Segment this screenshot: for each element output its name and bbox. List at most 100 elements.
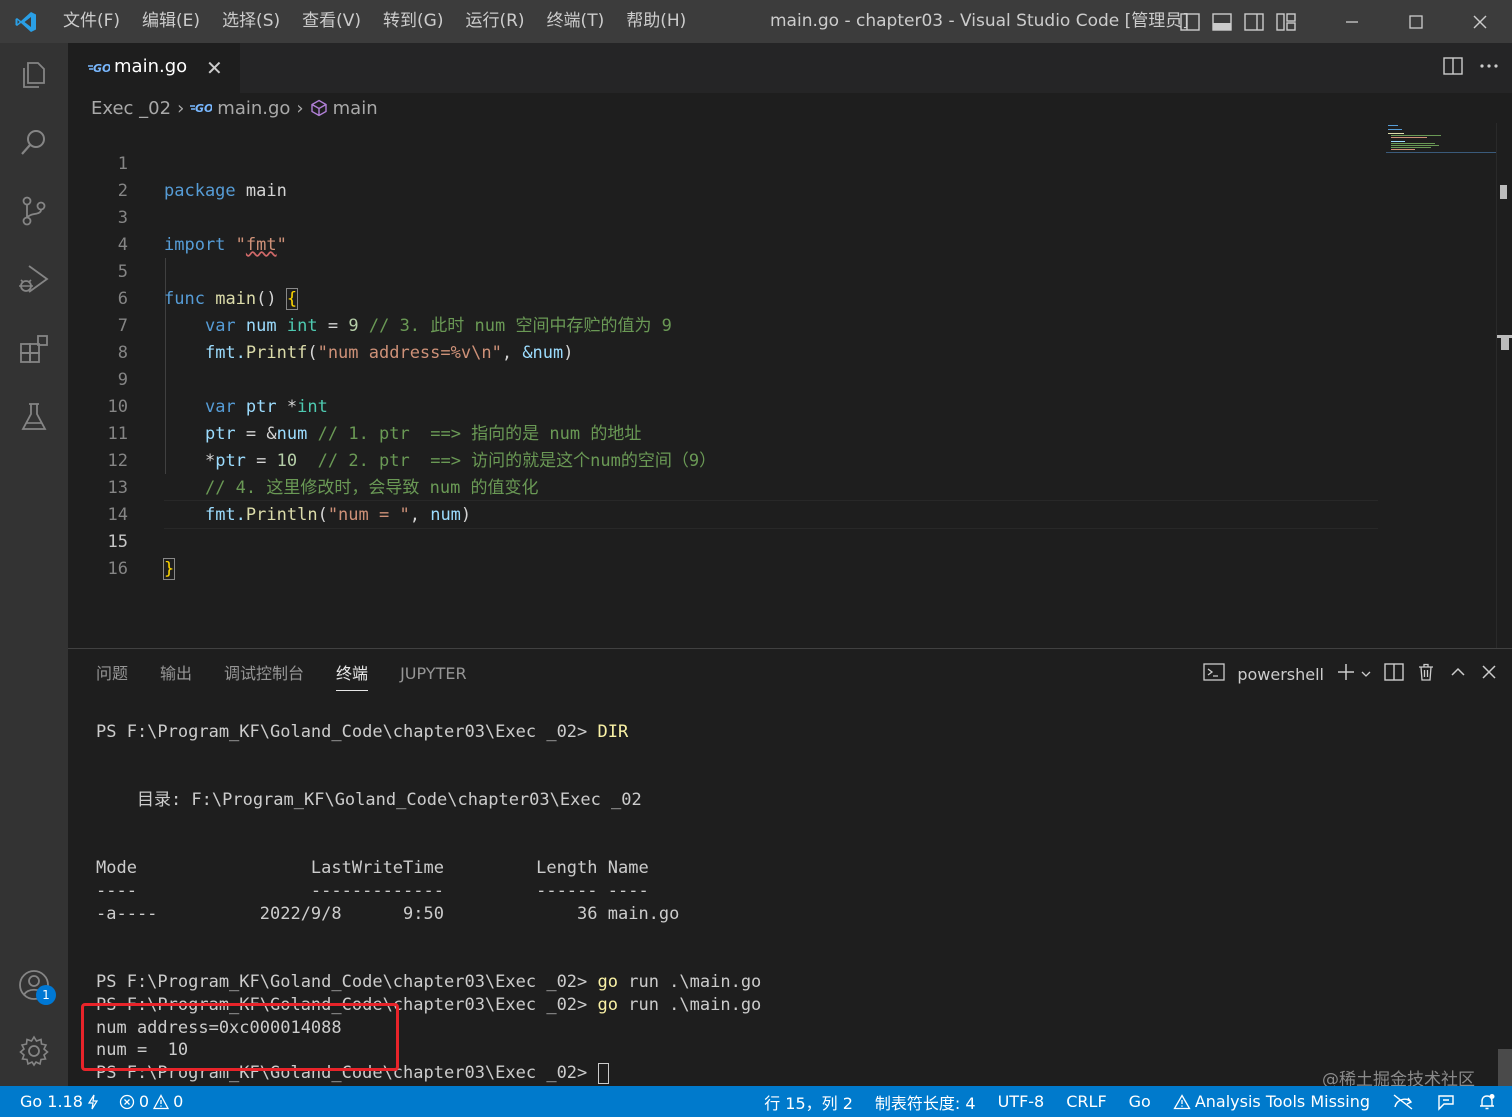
code-line: 10 ptr = &num // 1. ptr ==> 指向的是 num 的地址 [68,367,1378,444]
explorer-icon[interactable] [0,47,68,103]
trash-icon[interactable] [1416,662,1436,686]
language-status[interactable]: Go [1129,1092,1151,1111]
split-terminal-icon[interactable] [1384,662,1404,686]
editor-tab-bar: GO main.go ✕ [68,43,1512,93]
tab-output[interactable]: 输出 [160,661,192,691]
warning-icon [1173,1093,1191,1109]
minimize-button[interactable] [1320,0,1384,43]
panel-tabs: 问题 输出 调试控制台 终端 JUPYTER [96,661,499,691]
search-icon[interactable] [0,115,68,171]
breadcrumb-file[interactable]: GO main.go [190,98,290,119]
line-number: 16 [107,559,128,579]
breadcrumb-file-label: main.go [217,97,291,119]
toggle-secondary-sidebar-icon[interactable] [1238,0,1270,43]
code-line: 2 [68,151,1378,201]
run-debug-icon[interactable] [0,251,68,307]
accounts-icon[interactable]: 1 [0,957,68,1013]
code-line: 11 *ptr = 10 // 2. ptr ==> 访问的就是这个num的空间… [68,394,1378,471]
terminal-scrollbar[interactable] [1498,1049,1512,1087]
svg-text:GO: GO [195,102,212,115]
new-terminal-icon[interactable] [1336,662,1356,686]
terminal-line: PS F:\Program_KF\Goland_Code\chapter03\E… [96,722,629,742]
title-bar: 文件(F) 编辑(E) 选择(S) 查看(V) 转到(G) 运行(R) 终端(T… [0,0,1512,43]
editor-actions [1442,43,1500,93]
eol-status[interactable]: CRLF [1066,1092,1106,1111]
code-line: 4 [68,205,1378,255]
toggle-primary-sidebar-icon[interactable] [1174,0,1206,43]
settings-gear-icon[interactable] [0,1023,68,1079]
tab-terminal[interactable]: 终端 [336,661,369,691]
panel-actions: powershell [1203,659,1498,689]
code-line: 8 [68,313,1378,363]
error-icon [119,1094,135,1109]
breadcrumb-symbol[interactable]: main [310,98,378,119]
tab-debug-console[interactable]: 调试控制台 [224,661,304,691]
close-panel-icon[interactable] [1480,663,1498,685]
analysis-tools-status[interactable]: Analysis Tools Missing [1173,1092,1370,1111]
more-actions-icon[interactable] [1478,55,1500,81]
go-file-icon: GO [88,60,111,79]
problems-status[interactable]: 0 0 [119,1092,183,1111]
menu-selection[interactable]: 选择(S) [211,0,291,43]
maximize-button[interactable] [1384,0,1448,43]
accounts-badge: 1 [36,985,56,1005]
close-window-button[interactable] [1448,0,1512,43]
feedback-icon[interactable] [1436,1093,1456,1111]
menu-help[interactable]: 帮助(H) [615,0,697,43]
tab-problems[interactable]: 问题 [96,661,128,691]
code-line: 1 package main [68,124,1378,201]
svg-text:GO: GO [93,62,110,75]
cursor-position-status[interactable]: 行 15，列 2 [764,1090,853,1114]
menu-terminal[interactable]: 终端(T) [536,0,616,43]
terminal-cursor [597,1062,609,1084]
menu-run[interactable]: 运行(R) [454,0,535,43]
code-line: 7 fmt.Printf("num address=%v\n", &num) [68,286,1378,363]
terminal-line: 目录: F:\Program_KF\Goland_Code\chapter03\… [96,790,642,810]
chevron-right-icon: › [177,97,185,119]
breadcrumb-folder[interactable]: Exec _02 [91,98,171,119]
encoding-status[interactable]: UTF-8 [998,1092,1045,1111]
indentation-status[interactable]: 制表符长度: 4 [875,1090,976,1114]
lightning-icon [87,1094,98,1109]
chevron-down-icon[interactable] [1360,665,1372,684]
terminal-line: -a---- 2022/9/8 9:50 36 main.go [96,904,680,924]
extensions-icon[interactable] [0,321,68,377]
menu-go[interactable]: 转到(G) [372,0,454,43]
terminal-line: PS F:\Program_KF\Goland_Code\chapter03\E… [96,972,762,992]
status-bar: Go 1.18 0 0 行 15，列 2 制表符长度: 4 UTF-8 CRLF… [0,1086,1512,1117]
go-file-icon: GO [190,102,212,115]
testing-icon[interactable] [0,389,68,445]
terminal-line: Mode LastWriteTime Length Name [96,858,649,878]
terminal-shell-name[interactable]: powershell [1237,665,1324,684]
terminal-line: ---- ------------- ------ ---- [96,881,649,901]
bottom-panel: 问题 输出 调试控制台 终端 JUPYTER powershell PS F:\… [68,648,1512,1090]
tab-jupyter[interactable]: JUPYTER [400,661,467,691]
source-control-icon[interactable] [0,183,68,239]
split-editor-icon[interactable] [1442,55,1464,81]
chevron-right-icon: › [296,97,304,119]
code-line: 16 [68,529,1378,579]
breadcrumb: Exec _02 › GO main.go › main [68,93,1512,123]
code-line: 12 // 4. 这里修改时，会导致 num 的值变化 [68,421,1378,498]
live-share-icon[interactable] [1392,1093,1414,1111]
menu-edit[interactable]: 编辑(E) [131,0,211,43]
menu-file[interactable]: 文件(F) [52,0,131,43]
editor-scrollbar[interactable] [1496,123,1512,648]
minimap[interactable] [1386,123,1496,153]
go-version-status[interactable]: Go 1.18 [20,1092,99,1111]
maximize-panel-icon[interactable] [1448,662,1468,686]
window-title: main.go - chapter03 - Visual Studio Code… [770,11,1189,31]
notifications-bell-icon[interactable] [1478,1093,1496,1111]
menu-view[interactable]: 查看(V) [291,0,372,43]
title-controls [1174,0,1512,43]
code-editor[interactable]: 1 package main 2 3 import "fmt" 4 5 func… [68,123,1512,648]
breadcrumb-symbol-label: main [332,97,378,119]
customize-layout-icon[interactable] [1270,0,1302,43]
toggle-panel-icon[interactable] [1206,0,1238,43]
symbol-method-icon [310,99,327,117]
code-line: 5 func main() { [68,232,1378,310]
code-line: 15 } [68,502,1378,580]
terminal-icon [1203,662,1225,686]
tab-close-icon[interactable]: ✕ [206,56,223,80]
tab-main-go[interactable]: GO main.go ✕ [68,43,240,93]
